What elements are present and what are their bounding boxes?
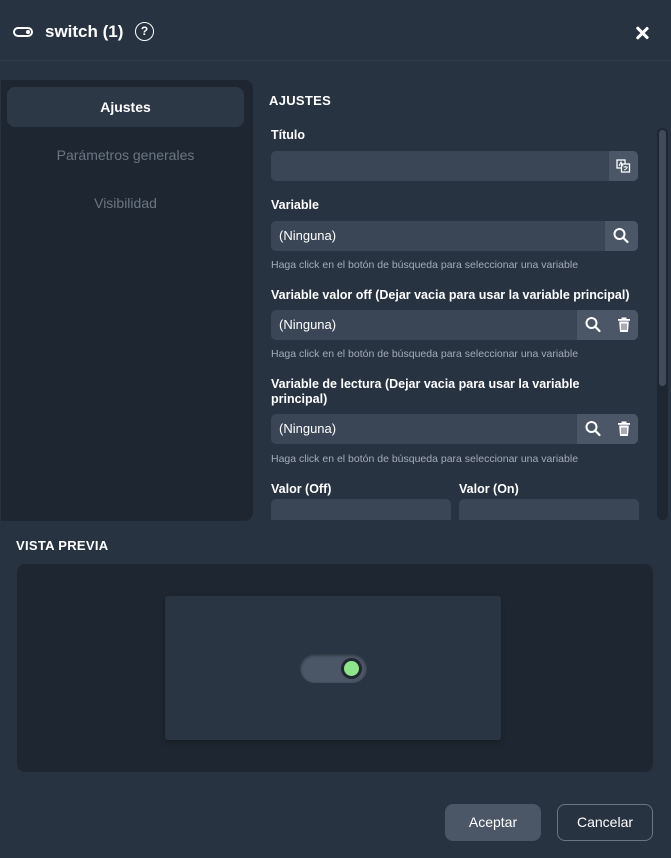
variable-off-input[interactable]: (Ninguna) (271, 310, 638, 340)
variable-label: Variable (271, 198, 319, 212)
dialog-title: switch (1) (45, 22, 124, 41)
variable-off-label: Variable valor off (Dejar vacia para usa… (271, 288, 630, 302)
preview-switch-knob (341, 658, 362, 679)
translate-button[interactable] (609, 151, 638, 181)
nav-item-parametros-generales[interactable]: Parámetros generales (7, 135, 244, 175)
trash-icon[interactable] (610, 414, 638, 444)
switch-settings-dialog: switch (1) ? Ajustes Parámetros generale… (0, 0, 671, 858)
variable-off-value: (Ninguna) (279, 317, 337, 332)
dialog-header: switch (1) ? (0, 0, 671, 61)
variable-help: Haga click en el botón de búsqueda para … (271, 259, 579, 271)
valor-off-input[interactable] (271, 499, 451, 520)
accept-button[interactable]: Aceptar (445, 804, 541, 841)
variable-value: (Ninguna) (279, 228, 337, 243)
variable-input[interactable]: (Ninguna) (271, 221, 638, 251)
valor-on-input[interactable] (459, 499, 639, 520)
valor-off-label: Valor (Off) (271, 482, 332, 496)
settings-nav: Ajustes Parámetros generales Visibilidad (1, 80, 253, 521)
valor-on-clip (459, 499, 639, 520)
nav-item-ajustes[interactable]: Ajustes (7, 87, 244, 127)
variable-lectura-input[interactable]: (Ninguna) (271, 414, 638, 444)
cancel-button[interactable]: Cancelar (557, 804, 653, 841)
variable-lectura-help: Haga click en el botón de búsqueda para … (271, 453, 579, 465)
titulo-input[interactable] (271, 151, 638, 181)
variable-off-actions (577, 310, 638, 340)
titulo-label: Título (271, 128, 306, 142)
toggle-icon (13, 27, 33, 37)
scrollbar-thumb[interactable] (659, 130, 666, 386)
search-icon[interactable] (579, 414, 607, 444)
variable-search-button[interactable] (605, 221, 638, 251)
section-title: AJUSTES (269, 93, 332, 108)
valor-off-clip (271, 499, 451, 520)
close-icon[interactable] (630, 21, 654, 45)
form-scrollbar[interactable] (657, 128, 668, 520)
variable-lectura-actions (577, 414, 638, 444)
variable-lectura-value: (Ninguna) (279, 421, 337, 436)
preview-switch[interactable] (300, 654, 367, 683)
translate-icon (616, 159, 631, 173)
search-icon[interactable] (579, 310, 607, 340)
help-icon[interactable]: ? (135, 22, 154, 41)
valor-on-label: Valor (On) (459, 482, 519, 496)
variable-off-help: Haga click en el botón de búsqueda para … (271, 348, 579, 360)
preview-title: VISTA PREVIA (16, 538, 109, 553)
search-icon (613, 228, 629, 244)
variable-lectura-label: Variable de lectura (Dejar vacia para us… (271, 377, 580, 406)
trash-icon[interactable] (610, 310, 638, 340)
nav-item-visibilidad[interactable]: Visibilidad (7, 183, 244, 223)
